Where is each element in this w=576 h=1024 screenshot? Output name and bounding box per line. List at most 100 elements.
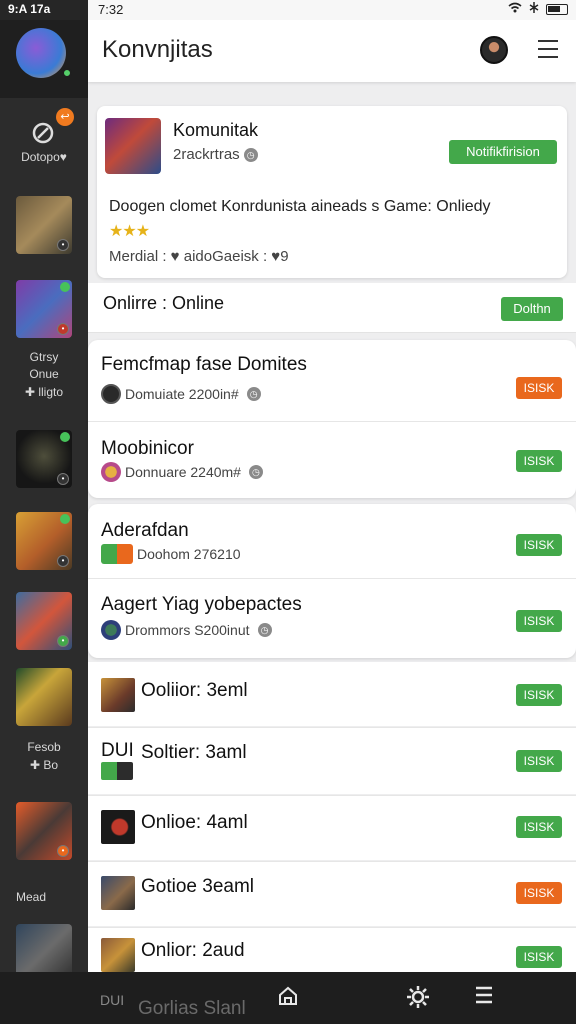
community-subtitle: 2rackrtras ◷ xyxy=(173,146,258,163)
settings-icon[interactable] xyxy=(404,984,432,1012)
friend-name: Onlior: 2aud xyxy=(141,940,245,961)
wifi-icon xyxy=(508,2,522,16)
friend-action-button[interactable]: ISISK xyxy=(516,377,562,399)
sidebar-label-text: Bo xyxy=(43,758,59,772)
battery-icon xyxy=(546,3,568,15)
community-icon[interactable] xyxy=(28,120,58,150)
sidebar-label: ✚ lligto xyxy=(0,385,88,399)
friend-action-button[interactable]: ISISK xyxy=(516,882,562,904)
sidebar-label: Mead xyxy=(16,890,47,904)
plus-icon: ✚ xyxy=(29,758,44,772)
divider xyxy=(88,578,576,579)
friend-action-button[interactable]: ISISK xyxy=(516,946,562,968)
friend-name: Gotioe 3eaml xyxy=(141,876,255,897)
online-label: Onlirre : Online xyxy=(103,293,225,313)
sidebar-game-1[interactable]: • xyxy=(16,196,72,254)
friend-action-button[interactable]: ISISK xyxy=(516,750,562,772)
info-icon: ◷ xyxy=(246,387,261,401)
sidebar-label: ✚ Bo xyxy=(0,758,88,772)
hamburger-menu-icon[interactable] xyxy=(538,40,558,58)
friend-action-button[interactable]: ISISK xyxy=(516,610,562,632)
friend-name: Ooliior: 3eml xyxy=(141,680,248,701)
friend-name: Moobinicor xyxy=(101,438,194,459)
sidebar-game-3[interactable]: • xyxy=(16,430,72,488)
friend-status-text: Doohom 276210 xyxy=(137,546,241,562)
friend-name: Aagert Yiag yobepactes xyxy=(101,594,302,615)
sidebar-label: Gtrsy xyxy=(29,350,59,364)
list-item[interactable]: DUI Soltier: 3aml ISISK xyxy=(88,728,576,794)
profile-avatar[interactable] xyxy=(480,36,508,64)
status-bar: 9:A 17a 7:32 xyxy=(0,0,576,20)
friend-avatar xyxy=(101,620,121,640)
sidebar-game-7[interactable]: • xyxy=(16,802,72,860)
sidebar-game-2[interactable]: • xyxy=(16,280,72,338)
sidebar-game-5[interactable]: • xyxy=(16,592,72,650)
community-title: Komunitak xyxy=(173,120,259,140)
friend-thumbnail xyxy=(101,678,135,712)
sidebar-label-text: lligto xyxy=(38,385,64,399)
page-title: Konvnjitas xyxy=(102,36,213,63)
mini-badge-icon: • xyxy=(57,323,69,335)
friend-action-button[interactable]: ISISK xyxy=(516,684,562,706)
community-subtitle-text: 2rackrtras xyxy=(173,146,240,163)
list-menu-icon[interactable] xyxy=(470,984,498,1012)
friend-prefix: DUI xyxy=(101,740,134,761)
mini-badge-icon: • xyxy=(57,473,69,485)
friend-action-button[interactable]: ISISK xyxy=(516,816,562,838)
list-item[interactable]: Aderafdan Doohom 276210 ISISK xyxy=(88,506,576,578)
notification-button[interactable]: Notifikfirision xyxy=(449,140,557,164)
list-item[interactable]: Onlior: 2aud ISISK xyxy=(88,928,576,972)
main-header: Konvnjitas xyxy=(88,20,576,82)
friend-avatar xyxy=(101,384,121,404)
friend-avatar xyxy=(101,462,121,482)
info-icon: ◷ xyxy=(257,623,272,637)
friend-status-text: Donnuare 2240m# xyxy=(125,464,241,480)
list-item[interactable]: Aagert Yiag yobepactes Drommors S200inut… xyxy=(88,580,576,656)
friend-name: Soltier: 3aml xyxy=(141,742,247,763)
info-icon: ◷ xyxy=(248,465,263,479)
friend-action-button[interactable]: ISISK xyxy=(516,534,562,556)
online-indicator xyxy=(62,68,72,78)
friend-status: Donnuare 2240m# ◷ xyxy=(101,462,263,482)
list-item[interactable]: Femcfmap fase Domites Domuiate 2200in# ◷… xyxy=(88,342,576,420)
online-dot-icon xyxy=(60,282,70,292)
sidebar-game-6[interactable] xyxy=(16,668,72,726)
friend-name: Onlioe: 4aml xyxy=(141,812,248,833)
friend-action-button[interactable]: ISISK xyxy=(516,450,562,472)
friend-status: Domuiate 2200in# ◷ xyxy=(101,384,261,404)
mini-badge-icon: • xyxy=(57,239,69,251)
bottom-nav xyxy=(0,972,576,1024)
status-time: 7:32 xyxy=(88,0,576,20)
mini-badge-icon: • xyxy=(57,635,69,647)
online-dot-icon xyxy=(60,514,70,524)
friend-name: Femcfmap fase Domites xyxy=(101,354,307,375)
partial-row-name: Gorlias Slanl xyxy=(138,998,246,1019)
status-icons xyxy=(508,2,568,16)
sidebar-label: Onue xyxy=(29,367,59,381)
list-item[interactable]: Gotioe 3eaml ISISK xyxy=(88,862,576,926)
online-dot-icon xyxy=(60,432,70,442)
friend-name: Aderafdan xyxy=(101,520,189,541)
list-item[interactable]: Ooliior: 3eml ISISK xyxy=(88,662,576,726)
plus-icon: ✚ xyxy=(24,385,39,399)
online-button[interactable]: Dolthn xyxy=(501,297,563,321)
home-icon[interactable] xyxy=(274,984,302,1012)
community-description: Doogen clomet Konrdunista aineads s Game… xyxy=(109,198,491,215)
notification-dot-icon: ↩ xyxy=(60,111,70,123)
friend-status-text: Drommors S200inut xyxy=(125,622,250,638)
user-avatar[interactable] xyxy=(16,28,66,78)
online-bar: Onlirre : Online Dolthn xyxy=(88,283,576,333)
info-icon: ◷ xyxy=(243,148,258,163)
mini-badge-icon: • xyxy=(57,845,69,857)
sidebar-game-4[interactable]: • xyxy=(16,512,72,570)
friend-thumbnail xyxy=(101,938,135,972)
community-meta: Merdial : ♥ aidoGaeisk : ♥9 xyxy=(109,248,289,265)
friend-thumbnail xyxy=(101,762,133,780)
friend-avatar xyxy=(101,544,133,564)
friend-status: Doohom 276210 xyxy=(101,544,241,564)
community-thumbnail xyxy=(105,118,161,174)
sidebar-section-label: Dotopo♥ xyxy=(21,150,67,164)
list-item[interactable]: Onlioe: 4aml ISISK xyxy=(88,796,576,860)
list-item[interactable]: Moobinicor Donnuare 2240m# ◷ ISISK xyxy=(88,422,576,496)
signal-icon xyxy=(528,2,540,16)
